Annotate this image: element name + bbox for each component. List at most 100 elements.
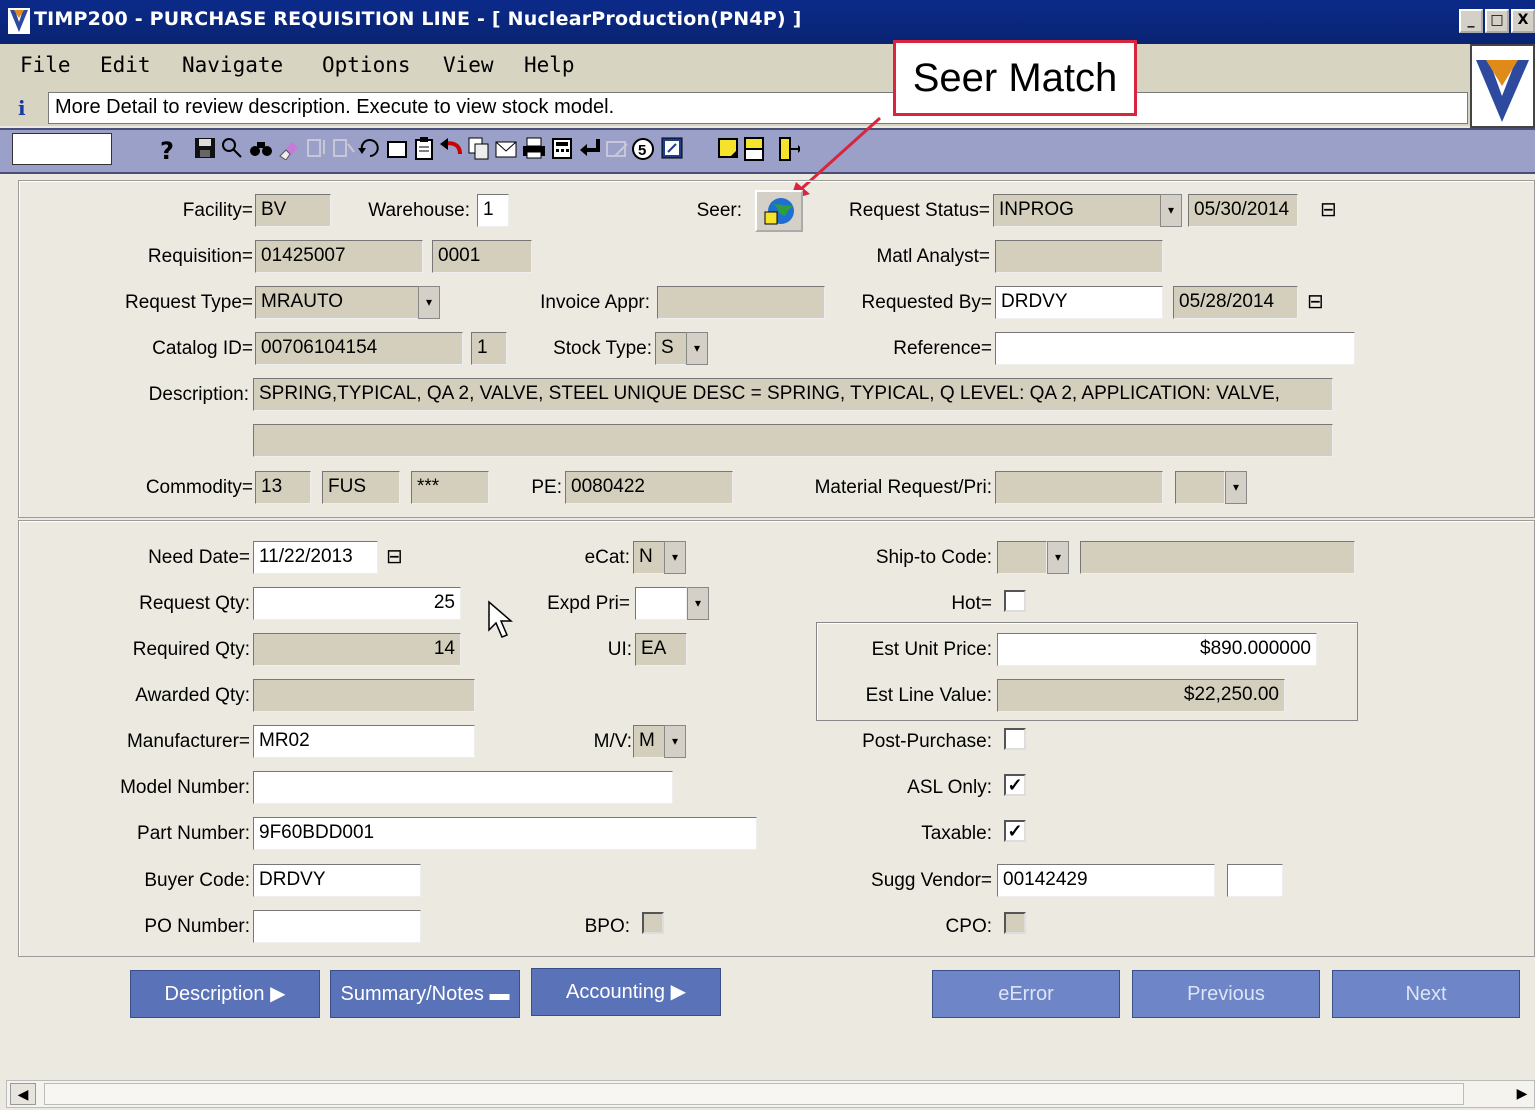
matl-analyst-field[interactable] [995, 240, 1163, 273]
calendar-icon[interactable]: ⊟ [386, 546, 406, 568]
stock-type-dropdown[interactable]: ▾ [686, 332, 708, 365]
mv-dropdown[interactable]: ▾ [664, 725, 686, 758]
expd-pri-dropdown[interactable]: ▾ [687, 587, 709, 620]
menu-file[interactable]: File [20, 53, 71, 77]
reference-field[interactable] [995, 332, 1355, 365]
scroll-left-icon[interactable]: ◀ [10, 1083, 36, 1105]
warehouse-field[interactable]: 1 [477, 194, 509, 227]
calendar-icon[interactable]: ⊟ [1307, 291, 1327, 313]
new-icon[interactable] [385, 136, 409, 166]
expd-pri-field[interactable] [635, 587, 687, 620]
ship-to-field[interactable] [997, 541, 1047, 574]
binoculars-icon[interactable] [248, 136, 274, 166]
toolbar-command-input[interactable] [12, 133, 112, 165]
taxable-checkbox[interactable]: ✓ [1004, 820, 1026, 842]
ui-field[interactable]: EA [635, 633, 687, 666]
asl-only-checkbox[interactable]: ✓ [1004, 774, 1026, 796]
requisition-field[interactable]: 01425007 [255, 240, 423, 273]
accounting-button[interactable]: Accounting ▶ [531, 968, 721, 1016]
model-number-label: Model Number: [120, 777, 250, 798]
summary-notes-button[interactable]: Summary/Notes ▬ [330, 970, 520, 1018]
description-line1[interactable]: SPRING,TYPICAL, QA 2, VALVE, STEEL UNIQU… [253, 378, 1333, 411]
close-button[interactable]: X [1511, 9, 1535, 33]
need-date-field[interactable]: 11/22/2013 [253, 541, 378, 574]
mv-field[interactable]: M [633, 725, 665, 758]
ship-to-desc-field[interactable] [1080, 541, 1355, 574]
buyer-code-field[interactable]: DRDVY [253, 864, 421, 897]
description-button[interactable]: Description ▶ [130, 970, 320, 1018]
help-icon[interactable]: ? [160, 136, 174, 166]
commodity-code-2[interactable]: FUS [322, 471, 400, 504]
part-number-field[interactable]: 9F60BDD001 [253, 817, 757, 850]
save-icon[interactable] [193, 136, 217, 166]
copy-icon[interactable] [467, 136, 491, 166]
manufacturer-field[interactable]: MR02 [253, 725, 475, 758]
scrollbar-thumb[interactable] [44, 1083, 1464, 1105]
eerror-button[interactable]: eError [932, 970, 1120, 1018]
five-icon[interactable]: 5 [630, 136, 656, 166]
menu-navigate[interactable]: Navigate [182, 53, 283, 77]
facility-field[interactable]: BV [255, 194, 331, 227]
previous-button[interactable]: Previous [1132, 970, 1320, 1018]
requested-by-label: Requested By= [861, 292, 992, 313]
requested-date-field[interactable]: 05/28/2014 [1173, 286, 1298, 319]
pe-field[interactable]: 0080422 [565, 471, 733, 504]
material-request-pri-field[interactable] [1175, 471, 1225, 504]
note-icon[interactable] [716, 136, 740, 166]
ecat-dropdown[interactable]: ▾ [664, 541, 686, 574]
awarded-qty-field[interactable] [253, 679, 475, 712]
catalog-id-field[interactable]: 00706104154 [255, 332, 463, 365]
scroll-right-icon[interactable]: ▶ [1511, 1083, 1533, 1105]
ship-to-dropdown[interactable]: ▾ [1047, 541, 1069, 574]
request-type-field[interactable]: MRAUTO [255, 286, 423, 319]
requisition-line-field[interactable]: 0001 [432, 240, 532, 273]
maximize-button[interactable]: □ [1485, 9, 1509, 33]
enter-icon[interactable] [578, 136, 604, 166]
menu-edit[interactable]: Edit [100, 53, 151, 77]
email-icon[interactable] [494, 136, 518, 166]
menu-options[interactable]: Options [322, 53, 411, 77]
model-number-field[interactable] [253, 771, 673, 804]
requisition-label: Requisition= [147, 246, 253, 267]
export-icon[interactable] [660, 136, 684, 166]
hot-checkbox[interactable] [1004, 590, 1026, 612]
material-request-pri-dropdown[interactable]: ▾ [1225, 471, 1247, 504]
stock-type-field[interactable]: S [655, 332, 687, 365]
description-line2[interactable] [253, 424, 1333, 457]
undo-icon[interactable] [438, 136, 466, 166]
request-status-field[interactable]: INPROG [993, 194, 1161, 227]
post-purchase-checkbox[interactable] [1004, 728, 1026, 750]
seer-button[interactable] [755, 190, 803, 232]
sugg-vendor-field[interactable]: 00142429 [997, 864, 1215, 897]
requested-by-field[interactable]: DRDVY [995, 286, 1163, 319]
request-type-dropdown[interactable]: ▾ [418, 286, 440, 319]
cpo-checkbox[interactable] [1004, 912, 1026, 934]
po-number-field[interactable] [253, 910, 421, 943]
commodity-code-3[interactable]: *** [411, 471, 489, 504]
minimize-button[interactable]: _ [1459, 9, 1483, 33]
sugg-vendor-extra-field[interactable] [1227, 864, 1283, 897]
search-icon[interactable] [220, 136, 244, 166]
bpo-checkbox[interactable] [642, 912, 664, 934]
request-status-dropdown[interactable]: ▾ [1160, 194, 1182, 227]
request-qty-field[interactable]: 25 [253, 587, 461, 620]
catalog-suffix-field[interactable]: 1 [471, 332, 507, 365]
report-icon[interactable] [742, 136, 766, 166]
commodity-code-1[interactable]: 13 [255, 471, 311, 504]
required-qty-field[interactable]: 14 [253, 633, 461, 666]
ecat-field[interactable]: N [633, 541, 665, 574]
menu-help[interactable]: Help [524, 53, 575, 77]
menu-view[interactable]: View [443, 53, 494, 77]
clipboard-icon[interactable] [412, 136, 436, 166]
est-line-value-field[interactable]: $22,250.00 [997, 679, 1285, 712]
material-request-field[interactable] [995, 471, 1163, 504]
print-icon[interactable] [521, 136, 547, 166]
calculator-icon[interactable] [550, 136, 574, 166]
ecat-label: eCat: [584, 547, 630, 568]
calendar-icon[interactable]: ⊟ [1320, 199, 1340, 221]
next-button[interactable]: Next [1332, 970, 1520, 1018]
status-date-field[interactable]: 05/30/2014 [1188, 194, 1298, 227]
refresh-icon[interactable] [358, 136, 384, 166]
eraser-icon[interactable] [276, 136, 302, 166]
est-unit-price-field[interactable]: $890.000000 [997, 633, 1317, 666]
